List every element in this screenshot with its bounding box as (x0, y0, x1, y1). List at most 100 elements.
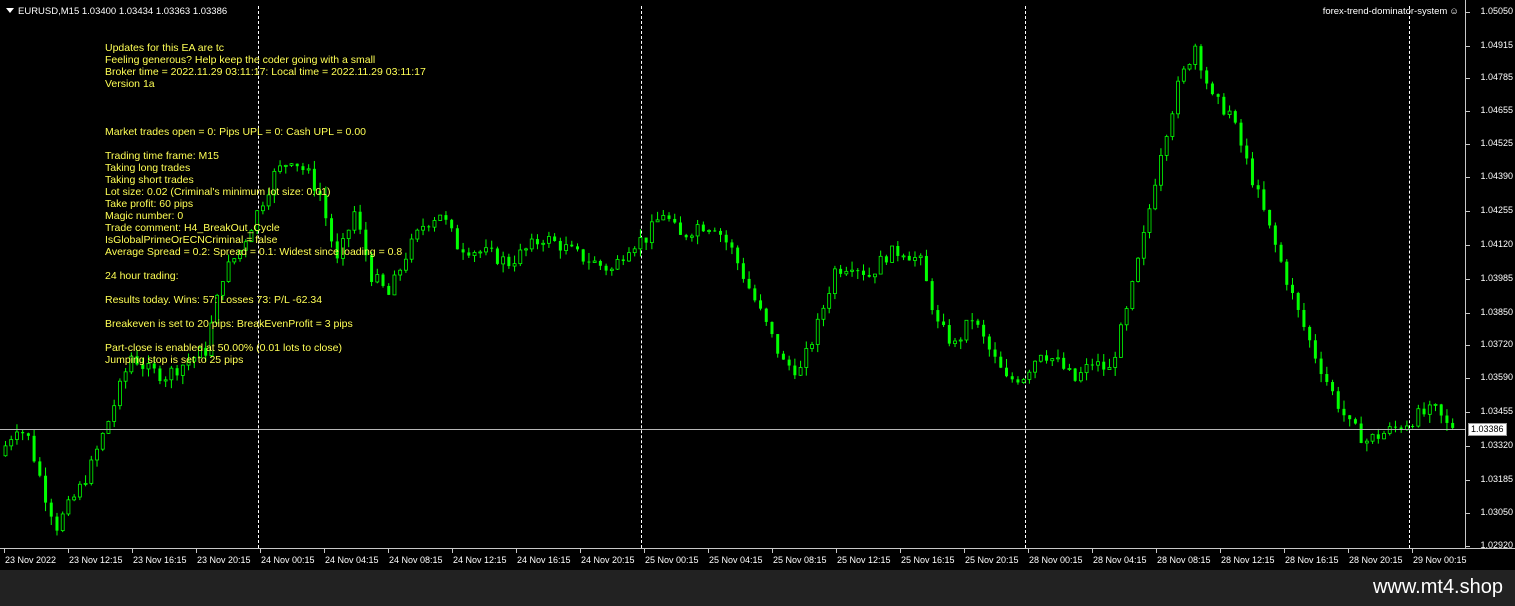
candle-body (507, 256, 511, 267)
candle-body (673, 218, 677, 223)
candle-body (839, 268, 843, 274)
price-label: 1.04525 (1480, 137, 1513, 148)
candle (123, 367, 128, 389)
candle-body (55, 516, 59, 531)
candle (661, 210, 666, 221)
candle (707, 229, 711, 235)
candle-body (38, 461, 42, 476)
candle (495, 246, 499, 266)
candle-body (547, 236, 551, 244)
time-tick (68, 549, 69, 553)
candle (100, 432, 105, 452)
candle-body (810, 344, 814, 349)
candle (747, 271, 751, 290)
candle (169, 365, 174, 389)
candle (478, 249, 483, 259)
time-tick (1156, 549, 1157, 553)
candle-body (798, 367, 803, 376)
candle-body (1239, 122, 1243, 146)
candle (1268, 209, 1272, 229)
candle (649, 214, 654, 250)
candle (180, 364, 185, 385)
candle-body (1364, 440, 1369, 444)
candle (1273, 222, 1277, 253)
time-label: 29 Nov 00:15 (1413, 555, 1467, 565)
candle (844, 266, 849, 276)
price-tick (1466, 45, 1470, 47)
watermark-bar: www.mt4.shop (0, 570, 1515, 606)
candle-body (175, 368, 179, 376)
candle-body (1393, 426, 1397, 428)
candle-body (1119, 324, 1123, 358)
candle-body (1176, 80, 1180, 115)
candle-body (427, 226, 431, 228)
candle (867, 267, 871, 278)
chart-area[interactable]: EURUSD,M15 1.03400 1.03434 1.03363 1.033… (0, 0, 1465, 548)
candle-body (713, 230, 717, 232)
candle (570, 240, 574, 248)
time-label: 28 Nov 16:15 (1285, 555, 1339, 565)
info-line (105, 330, 426, 342)
candle (947, 319, 951, 347)
candle (1222, 93, 1226, 116)
candle (541, 239, 546, 252)
time-tick (836, 549, 837, 553)
candle (72, 494, 77, 502)
chevron-down-icon[interactable] (6, 8, 14, 13)
time-tick (964, 549, 965, 553)
time-tick (452, 549, 453, 553)
candle (507, 253, 511, 269)
price-axis[interactable]: 1.05050 1.04915 1.04785 1.04655 1.04525 1.043… (1465, 0, 1515, 550)
candle-body (1199, 46, 1203, 71)
candle (736, 245, 740, 271)
candle-body (1193, 45, 1198, 65)
candle-body (118, 380, 122, 407)
expert-advisor-label[interactable]: forex-trend-dominator-system ☺ (1323, 6, 1459, 17)
candle (581, 248, 585, 265)
candle (1239, 119, 1243, 153)
price-label: 1.04785 (1480, 72, 1513, 83)
candle-body (821, 307, 826, 320)
time-axis[interactable]: 23 Nov 2022 23 Nov 12:15 23 Nov 16:15 23 No… (0, 548, 1515, 570)
info-line: Average Spread = 0.2: Spread = 0.1: Wide… (105, 246, 403, 258)
time-tick (1348, 549, 1349, 553)
time-tick (260, 549, 261, 553)
candle (450, 218, 454, 232)
candle (1216, 93, 1220, 105)
candle-body (970, 320, 974, 322)
symbol-header[interactable]: EURUSD,M15 1.03400 1.03434 1.03363 1.033… (6, 6, 227, 17)
candle-body (982, 324, 986, 337)
time-label: 28 Nov 12:15 (1221, 555, 1275, 565)
candle-body (49, 502, 53, 517)
info-line: Part-close is enabled at 50.00% (0.01 lo… (105, 342, 342, 354)
candle-body (158, 368, 162, 382)
candle (810, 341, 814, 352)
candle (1141, 225, 1146, 266)
candle-body (884, 256, 888, 263)
candle-body (112, 405, 117, 422)
candle-body (678, 222, 682, 235)
candle-body (123, 371, 128, 382)
candle-body (564, 244, 568, 251)
candle (535, 234, 539, 250)
candle-body (1382, 432, 1386, 440)
candle (512, 255, 517, 272)
candle-body (833, 268, 837, 294)
candle (1291, 278, 1294, 300)
candle (1233, 109, 1237, 125)
candle-body (759, 300, 763, 309)
candle (490, 240, 494, 253)
candle (890, 245, 894, 263)
candle-body (1164, 136, 1169, 156)
candle-body (1433, 403, 1438, 406)
candle-body (958, 339, 963, 342)
time-tick (132, 549, 133, 553)
candle-body (1107, 367, 1112, 370)
price-label: 1.03050 (1480, 507, 1513, 518)
candle-body (1319, 358, 1323, 375)
candle (60, 511, 65, 533)
candle-body (1181, 68, 1186, 82)
candle-body (987, 336, 991, 350)
candle-body (649, 221, 654, 244)
candle (77, 481, 82, 501)
